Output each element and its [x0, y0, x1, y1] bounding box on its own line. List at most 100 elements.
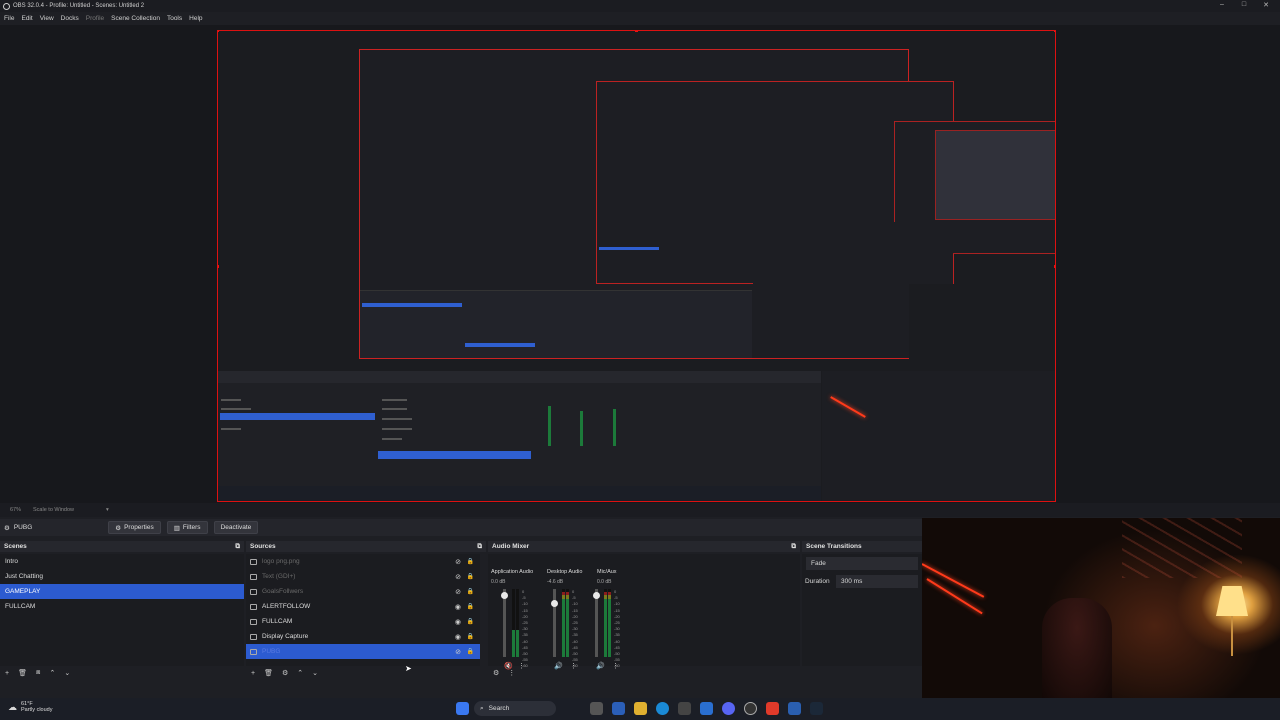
duration-input[interactable]: 300 ms: [836, 575, 918, 588]
file-explorer-icon[interactable]: [634, 702, 647, 715]
store-icon[interactable]: [678, 702, 691, 715]
app-icon[interactable]: [612, 702, 625, 715]
source-properties-button[interactable]: ⚙: [282, 669, 288, 677]
taskbar: ☁ 61°F Partly cloudy ⌕ Search: [0, 698, 1280, 720]
lock-icon[interactable]: 🔒: [467, 633, 474, 640]
scene-item-fullcam[interactable]: FULLCAM: [0, 599, 244, 614]
steam-icon[interactable]: [810, 702, 823, 715]
brave-icon[interactable]: [766, 702, 779, 715]
scene-filters-button[interactable]: ⧈: [36, 669, 40, 677]
eye-icon[interactable]: ◉: [455, 603, 461, 611]
source-item[interactable]: logo png.png ⊘ 🔒: [246, 554, 480, 569]
volume-fader[interactable]: [551, 589, 558, 657]
preview-canvas[interactable]: [217, 30, 1056, 502]
eye-hidden-icon[interactable]: ⊘: [455, 648, 461, 656]
volume-meter: [566, 589, 569, 657]
source-item[interactable]: ALERTFOLLOW ◉ 🔒: [246, 599, 480, 614]
chevron-down-icon[interactable]: ▾: [106, 507, 109, 513]
move-up-button[interactable]: ⌃: [297, 669, 303, 677]
source-item-selected[interactable]: PUBG ⊘ 🔒: [246, 644, 480, 659]
add-scene-button[interactable]: +: [5, 670, 9, 677]
eye-icon[interactable]: ◉: [455, 618, 461, 626]
taskbar-search[interactable]: ⌕ Search: [474, 701, 556, 716]
duration-label: Duration: [805, 578, 830, 585]
mail-icon[interactable]: [700, 702, 713, 715]
channel-db: 0.0 dB: [491, 579, 506, 585]
volume-meter: [516, 589, 519, 657]
edge-icon[interactable]: [656, 702, 669, 715]
scene-list: Intro Just Chatting GAMEPLAY FULLCAM: [0, 554, 244, 666]
menu-file[interactable]: File: [4, 15, 14, 22]
discord-icon[interactable]: [722, 702, 735, 715]
menu-help[interactable]: Help: [189, 15, 202, 22]
lock-icon[interactable]: 🔒: [467, 588, 474, 595]
eye-hidden-icon[interactable]: ⊘: [455, 588, 461, 596]
volume-meter: [562, 589, 565, 657]
deactivate-button[interactable]: Deactivate: [213, 521, 259, 534]
audio-settings-icon[interactable]: ⚙: [493, 669, 499, 677]
window-title: OBS 32.0.4 - Profile: Untitled - Scenes:…: [13, 3, 145, 9]
menu-view[interactable]: View: [40, 15, 54, 22]
source-item[interactable]: Display Capture ◉ 🔒: [246, 629, 480, 644]
remove-source-button[interactable]: 🗑: [264, 669, 273, 677]
move-up-button[interactable]: ⌃: [49, 669, 55, 677]
cloud-icon: ☁: [8, 701, 17, 712]
source-item[interactable]: Text (GDI+) ⊘ 🔒: [246, 569, 480, 584]
volume-fader[interactable]: [593, 589, 600, 657]
close-button[interactable]: ✕: [1259, 1, 1273, 9]
obs-icon[interactable]: [744, 702, 757, 715]
eye-hidden-icon[interactable]: ⊘: [455, 573, 461, 581]
maximize-button[interactable]: □: [1237, 1, 1251, 8]
sources-title: Sources: [250, 543, 276, 550]
lock-icon[interactable]: 🔒: [467, 648, 474, 655]
audio-mixer-body: Application Audio Desktop Audio Mic/Aux …: [488, 554, 800, 670]
volume-meter: [608, 589, 611, 657]
scene-item-just-chatting[interactable]: Just Chatting: [0, 569, 244, 584]
start-icon[interactable]: [456, 702, 469, 715]
undock-icon[interactable]: ⧉: [791, 543, 796, 551]
add-source-button[interactable]: +: [251, 670, 255, 677]
channel-name: Application Audio: [491, 569, 534, 575]
webcam-overlay: [922, 518, 1280, 698]
undock-icon[interactable]: ⧉: [477, 543, 482, 551]
menu-scene-collection[interactable]: Scene Collection: [111, 15, 160, 22]
image-icon: [250, 558, 257, 565]
volume-fader[interactable]: [501, 589, 508, 657]
menu-tools[interactable]: Tools: [167, 15, 182, 22]
zoom-level[interactable]: 67%: [10, 507, 21, 513]
menu-docks[interactable]: Docks: [61, 15, 79, 22]
lock-icon[interactable]: 🔒: [467, 558, 474, 565]
menu-edit[interactable]: Edit: [21, 15, 32, 22]
title-bar: OBS 32.0.4 - Profile: Untitled - Scenes:…: [0, 0, 1280, 12]
move-down-button[interactable]: ⌄: [312, 669, 318, 677]
task-view-icon[interactable]: [590, 702, 603, 715]
scene-item-gameplay[interactable]: GAMEPLAY: [0, 584, 244, 599]
eye-hidden-icon[interactable]: ⊘: [455, 558, 461, 566]
lock-icon[interactable]: 🔒: [467, 573, 474, 580]
app-icon[interactable]: [788, 702, 801, 715]
transition-select[interactable]: Fade: [806, 557, 918, 570]
remove-scene-button[interactable]: 🗑: [18, 669, 27, 677]
source-toolbar: ⚙ PUBG ⚙ Properties ▥ Filters Deactivate: [0, 519, 922, 536]
lamp-shade: [1216, 586, 1248, 616]
eye-icon[interactable]: ◉: [455, 633, 461, 641]
source-item[interactable]: GoalsFollwers ⊘ 🔒: [246, 584, 480, 599]
lamp-stand: [1231, 616, 1233, 656]
selected-source: ⚙ PUBG: [4, 524, 33, 532]
text-icon: [250, 573, 257, 580]
lock-icon[interactable]: 🔒: [467, 603, 474, 610]
undock-icon[interactable]: ⧉: [235, 543, 240, 551]
scale-mode[interactable]: Scale to Window: [33, 507, 74, 513]
weather-text: Partly cloudy: [21, 707, 53, 713]
menu-profile[interactable]: Profile: [86, 15, 104, 22]
minimize-button[interactable]: –: [1215, 1, 1229, 8]
move-down-button[interactable]: ⌄: [64, 669, 70, 677]
scene-item-intro[interactable]: Intro: [0, 554, 244, 569]
more-options-icon[interactable]: ⋮: [508, 669, 515, 677]
lock-icon[interactable]: 🔒: [467, 618, 474, 625]
sources-dock: Sources ⧉ logo png.png ⊘ 🔒 Text (GDI+) ⊘ 🔒 Go…: [246, 541, 486, 680]
filters-button[interactable]: ▥ Filters: [166, 521, 208, 534]
properties-button[interactable]: ⚙ Properties: [108, 521, 161, 534]
source-item[interactable]: FULLCAM ◉ 🔒: [246, 614, 480, 629]
weather-widget[interactable]: ☁ 61°F Partly cloudy: [8, 701, 53, 713]
